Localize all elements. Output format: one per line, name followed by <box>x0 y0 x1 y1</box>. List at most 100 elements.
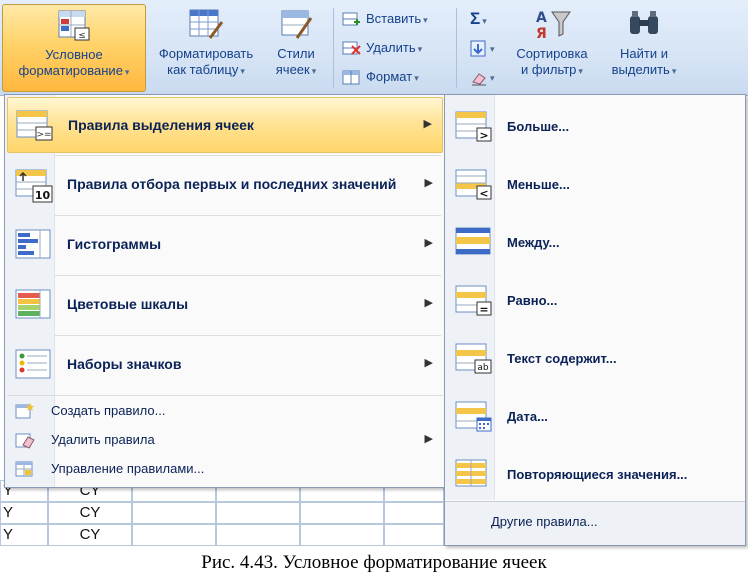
submenu-item-text-contains[interactable]: ab Текст содержит... <box>447 331 743 387</box>
chevron-down-icon: ▾ <box>423 15 428 25</box>
cell[interactable]: CY <box>48 524 132 546</box>
conditional-formatting-line1: Условное <box>45 47 103 62</box>
less-than-icon: < <box>455 169 492 200</box>
menu-item-clear-rules[interactable]: Удалить правила ▶ <box>7 426 443 454</box>
svg-text:Я: Я <box>536 26 547 40</box>
cell[interactable] <box>216 524 300 546</box>
submenu-arrow-icon: ▶ <box>424 237 433 249</box>
find-select-button[interactable]: Найти и выделить ▾ <box>602 4 686 92</box>
submenu-item-greater-than[interactable]: > Больше... <box>447 99 743 155</box>
format-cells-icon <box>342 70 360 85</box>
format-as-table-button[interactable]: Форматировать как таблицу ▾ <box>148 4 264 92</box>
chevron-down-icon: ▾ <box>311 66 317 76</box>
submenu-item-less-than[interactable]: < Меньше... <box>447 157 743 213</box>
find-select-line1: Найти и <box>620 46 668 61</box>
highlight-cells-rules-icon: >= <box>16 110 53 141</box>
cell[interactable] <box>384 524 444 546</box>
sort-filter-button[interactable]: A Я Сортировка и фильтр ▾ <box>504 4 600 92</box>
insert-button[interactable]: Вставить ▾ <box>342 8 428 30</box>
submenu-item-label: Дата... <box>507 409 548 424</box>
cell-left[interactable]: Y <box>0 524 48 546</box>
menu-item-icon-sets[interactable]: Наборы значков ▶ <box>7 337 443 393</box>
format-as-table-icon <box>189 9 224 39</box>
menu-item-label: Управление правилами... <box>51 461 205 476</box>
cell-styles-icon <box>281 10 313 39</box>
cell[interactable] <box>300 502 384 524</box>
conditional-formatting-icon: ≤ <box>58 10 90 41</box>
delete-cells-icon <box>342 41 361 55</box>
cell[interactable] <box>132 524 216 546</box>
menu-item-highlight-cells-rules[interactable]: >= Правила выделения ячеек ▶ <box>7 97 443 153</box>
menu-item-label: Удалить правила <box>51 432 155 447</box>
chevron-down-icon: ▾ <box>124 67 130 77</box>
menu-item-label: Правила выделения ячеек <box>68 117 254 133</box>
menu-item-label: Цветовые шкалы <box>67 296 189 312</box>
insert-label: Вставить <box>366 11 422 26</box>
svg-text:≤: ≤ <box>78 31 86 41</box>
menu-item-label: Правила отбора первых и последних значен… <box>67 176 397 192</box>
format-as-table-line2: как таблицу <box>167 62 239 77</box>
submenu-item-date[interactable]: Дата... <box>447 389 743 445</box>
lt-glyph: < <box>479 187 488 200</box>
new-rule-icon <box>15 403 34 419</box>
ribbon: ≤ Условное форматирование ▾ Форматировать… <box>0 0 748 96</box>
duplicate-values-icon <box>455 459 487 487</box>
cell-left[interactable]: Y <box>0 502 48 524</box>
submenu-item-equal-to[interactable]: = Равно... <box>447 273 743 329</box>
menu-item-data-bars[interactable]: Гистограммы ▶ <box>7 217 443 273</box>
clear-button[interactable]: ▾ <box>470 66 495 88</box>
cell-styles-line2: ячеек <box>275 62 310 77</box>
menu-item-label: Гистограммы <box>67 236 162 252</box>
highlight-cells-submenu: > Больше... < Меньше... Между... = Равно… <box>444 94 746 546</box>
svg-text:>=: >= <box>36 130 51 140</box>
menu-item-top-bottom-rules[interactable]: 10 Правила отбора первых и последних зна… <box>7 157 443 213</box>
chevron-down-icon: ▾ <box>417 44 423 54</box>
chevron-down-icon: ▾ <box>490 44 495 54</box>
submenu-item-label: Между... <box>507 235 560 250</box>
fill-down-icon <box>470 40 486 57</box>
menu-item-manage-rules[interactable]: Управление правилами... <box>7 455 443 483</box>
cell[interactable]: CY <box>48 502 132 524</box>
menu-divider <box>7 395 443 396</box>
menu-item-color-scales[interactable]: Цветовые шкалы ▶ <box>7 277 443 333</box>
greater-than-icon: > <box>455 111 492 142</box>
cell[interactable] <box>216 502 300 524</box>
top10-number: 10 <box>35 189 51 202</box>
chevron-down-icon: ▾ <box>414 73 419 83</box>
fill-button[interactable]: ▾ <box>470 37 495 59</box>
autosum-button[interactable]: Σ ▾ <box>470 8 487 30</box>
menu-item-label: Наборы значков <box>67 356 182 372</box>
cell[interactable] <box>132 502 216 524</box>
submenu-item-between[interactable]: Между... <box>447 215 743 271</box>
submenu-arrow-icon: ▶ <box>424 177 433 189</box>
delete-button[interactable]: Удалить ▾ <box>342 37 422 59</box>
cell[interactable] <box>300 524 384 546</box>
eq-glyph: = <box>479 303 488 316</box>
format-as-table-line1: Форматировать <box>158 46 254 61</box>
color-scales-icon <box>15 289 51 319</box>
menu-item-new-rule[interactable]: Создать правило... <box>7 397 443 425</box>
conditional-formatting-button[interactable]: ≤ Условное форматирование ▾ <box>2 4 146 92</box>
cell[interactable] <box>384 502 444 524</box>
between-icon <box>455 227 491 255</box>
gt-glyph: > <box>479 129 488 142</box>
submenu-item-more-rules[interactable]: Другие правила... <box>445 502 745 545</box>
sort-filter-line2: и фильтр <box>521 62 577 77</box>
submenu-item-duplicate-values[interactable]: Повторяющиеся значения... <box>447 447 743 503</box>
figure-caption: Рис. 4.43. Условное форматирование ячеек <box>201 552 547 573</box>
find-select-line2: выделить <box>611 62 670 77</box>
top-bottom-rules-icon: 10 <box>15 169 53 203</box>
submenu-arrow-icon: ▶ <box>424 433 433 445</box>
submenu-arrow-icon: ▶ <box>424 297 433 309</box>
format-button[interactable]: Формат ▾ <box>342 66 419 88</box>
insert-cells-icon <box>342 12 360 26</box>
format-label: Формат <box>366 69 413 84</box>
cell-styles-button[interactable]: Стили ячеек ▾ <box>266 4 326 92</box>
eraser-icon <box>472 72 486 86</box>
submenu-item-label: Больше... <box>507 119 570 134</box>
chevron-down-icon: ▾ <box>482 16 487 26</box>
ribbon-divider <box>333 8 334 88</box>
submenu-item-label: Текст содержит... <box>507 351 617 366</box>
menu-divider <box>55 215 441 216</box>
sort-filter-line1: Сортировка <box>516 46 588 61</box>
